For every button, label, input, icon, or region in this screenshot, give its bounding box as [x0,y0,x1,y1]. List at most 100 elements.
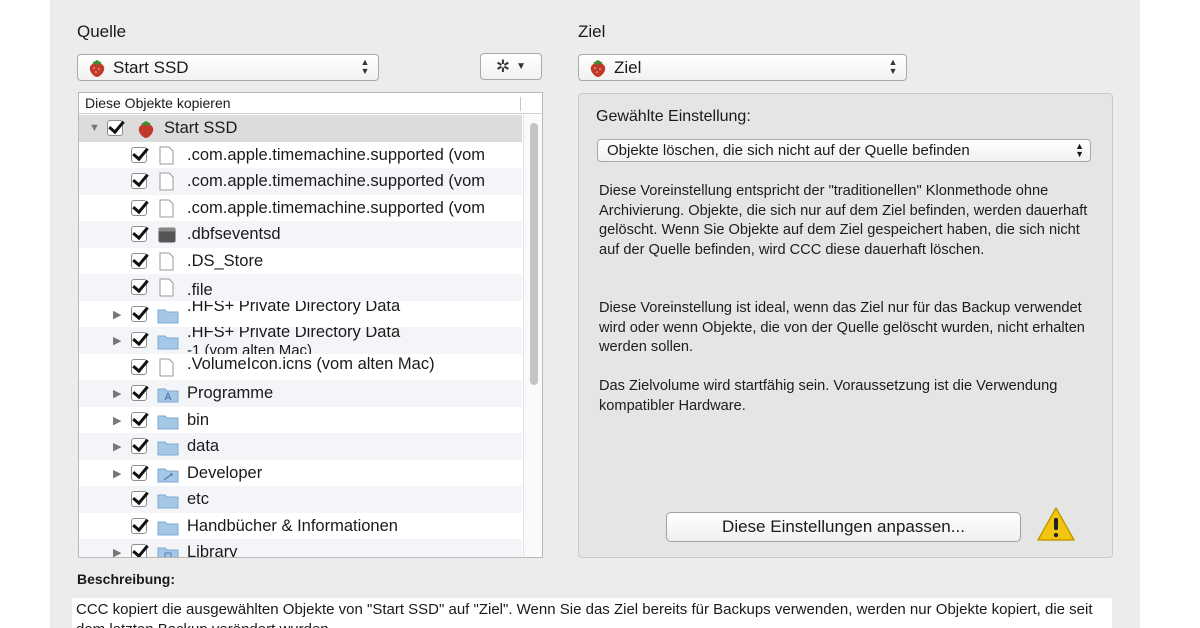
tree-row[interactable]: .com.apple.timemachine.supported (vom [79,142,522,169]
strawberry-icon [590,59,606,77]
settings-title: Gewählte Einstellung: [596,108,751,125]
source-items-tree[interactable]: Diese Objekte kopieren ▼ Start SSD .com.… [78,92,543,558]
adjust-settings-button[interactable]: Diese Einstellungen anpassen... [666,512,1021,542]
disclosure-collapsed-icon[interactable]: ▶ [113,387,121,400]
strawberry-icon [89,59,105,77]
tree-row-label: Start SSD [164,119,238,137]
document-icon [159,278,174,297]
disclosure-collapsed-icon[interactable]: ▶ [113,308,121,321]
checkbox-checked[interactable] [131,464,147,481]
tree-row[interactable]: .dbfseventsd [79,221,522,248]
folder-icon [157,441,179,456]
checkbox-checked[interactable] [131,544,147,557]
checkbox-checked[interactable] [131,358,147,375]
tree-row-label: .com.apple.timemachine.supported (vom [187,145,486,164]
folder-icon [157,309,179,323]
checkbox-checked[interactable] [131,517,147,534]
scrollbar-thumb[interactable] [530,123,538,385]
tree-row-label: .HFS+ Private Directory Data [187,300,401,315]
document-icon [159,199,174,217]
column-separator [520,97,521,111]
tree-row[interactable]: ▶ Programme [79,380,522,407]
checkbox-checked[interactable] [131,411,147,428]
tree-row-label: Developer [187,463,263,482]
checkbox-checked[interactable] [131,279,147,295]
target-popup-value: Ziel [614,57,642,77]
disclosure-expanded-icon[interactable]: ▼ [89,122,100,134]
ccc-window-panel: Quelle Start SSD ▲ ▼ ✲ ▼ Ziel Ziel ▲ ▼ Die… [50,0,1140,628]
disclosure-collapsed-icon[interactable]: ▶ [113,546,121,557]
checkbox-checked[interactable] [131,305,147,322]
folder-icon [157,335,179,350]
tree-row-label: data [187,437,220,455]
disclosure-collapsed-icon[interactable]: ▶ [113,440,121,453]
warning-icon [1037,507,1075,541]
action-gear-button[interactable]: ✲ ▼ [480,53,542,80]
disclosure-collapsed-icon[interactable]: ▶ [113,467,121,480]
tree-row[interactable]: ▶ .HFS+ Private Directory Data -1 (vom a… [79,327,522,354]
source-label: Quelle [77,22,127,41]
target-popup[interactable]: Ziel ▲ ▼ [578,54,907,81]
checkbox-checked[interactable] [131,146,147,163]
document-icon [159,172,174,191]
settings-popup[interactable]: Objekte löschen, die sich nicht auf der … [597,139,1091,162]
checkbox-checked[interactable] [131,438,147,454]
tree-row[interactable]: ▶ .HFS+ Private Directory Data [79,301,522,328]
tree-row[interactable]: ▶ data [79,433,522,460]
tree-row-label: .dbfseventsd [187,225,281,243]
disclosure-collapsed-icon[interactable]: ▶ [113,334,121,347]
tree-column-header[interactable]: Diese Objekte kopieren [79,93,542,114]
checkbox-checked[interactable] [131,491,147,507]
checkbox-checked[interactable] [107,120,123,136]
tree-row-label: .com.apple.timemachine.supported (vom [187,172,486,190]
disclosure-collapsed-icon[interactable]: ▶ [113,414,121,427]
document-icon [159,252,174,270]
tree-row-label: bin [187,410,210,429]
tree-row[interactable]: ▶ Library [79,539,522,557]
tree-row[interactable]: .com.apple.timemachine.supported (vom [79,168,522,195]
document-icon [159,358,174,376]
description-box: CCC kopiert die ausgewählten Objekte von… [72,598,1112,628]
executable-icon [158,227,176,243]
settings-paragraph-1: Diese Voreinstellung entspricht der "tra… [599,183,1088,258]
popup-arrows-icon: ▲ ▼ [888,57,898,76]
folder-icon [157,521,179,535]
tree-row[interactable]: .com.apple.timemachine.supported (vom [79,195,522,222]
settings-paragraph-3: Das Zielvolume wird startfähig sein. Vor… [599,378,1058,414]
tree-row[interactable]: ▶ bin [79,407,522,434]
tree-row-label: .HFS+ Private Directory Data [187,327,401,341]
tree-row-label: etc [187,490,210,508]
folder-icon [157,415,179,429]
checkbox-checked[interactable] [131,199,147,216]
tree-row[interactable]: .file [79,274,522,301]
source-popup[interactable]: Start SSD ▲ ▼ [77,54,379,81]
tree-row[interactable]: Handbücher & Informationen [79,513,522,540]
checkbox-checked[interactable] [131,332,147,348]
checkbox-checked[interactable] [131,173,147,189]
tree-row-label: .DS_Store [187,251,264,270]
tree-scrollbar[interactable] [523,115,542,557]
tree-row[interactable]: ▶ Developer [79,460,522,487]
tree-row[interactable]: .DS_Store [79,248,522,275]
strawberry-icon [138,121,154,138]
library-folder-icon [157,547,179,557]
popup-arrows-icon: ▲ ▼ [1075,141,1084,159]
checkbox-checked[interactable] [131,385,147,401]
tree-row[interactable]: .VolumeIcon.icns (vom alten Mac) [79,354,522,381]
tree-row-start-ssd[interactable]: ▼ Start SSD [79,115,522,142]
document-icon [159,146,174,164]
checkbox-checked[interactable] [131,252,147,269]
settings-popup-value: Objekte löschen, die sich nicht auf der … [607,142,970,159]
tree-row-label: Handbücher & Informationen [187,516,398,535]
tree-row-label: -1 (vom alten Mac) [187,342,313,354]
gear-icon: ✲ [495,56,511,76]
tree-row[interactable]: etc [79,486,522,513]
source-popup-value: Start SSD [113,57,189,77]
tree-row-label: .file [187,281,213,299]
developer-folder-icon [157,468,179,482]
chevron-down-icon: ▼ [516,61,527,72]
target-label: Ziel [578,22,606,41]
applications-folder-icon [157,388,179,403]
checkbox-checked[interactable] [131,226,147,242]
tree-header-label: Diese Objekte kopieren [85,95,231,111]
